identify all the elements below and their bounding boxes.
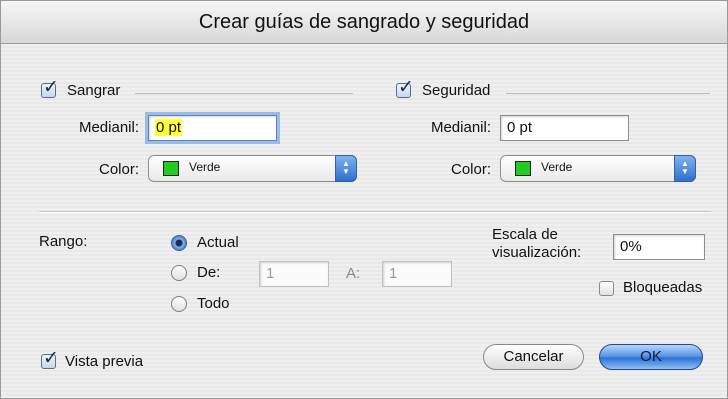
preview-checkbox-label: Vista previa bbox=[65, 353, 144, 370]
window-title: Crear guías de sangrado y seguridad bbox=[1, 1, 727, 44]
view-scale-label-line2: visualización: bbox=[492, 244, 582, 261]
preview-checkbox[interactable]: ✓ bbox=[41, 349, 59, 369]
range-option-actual-label: Actual bbox=[197, 234, 239, 251]
safety-checkbox[interactable]: ✓ bbox=[396, 78, 414, 98]
section-divider bbox=[39, 211, 711, 212]
popup-arrows-icon: ▲ ▼ bbox=[674, 155, 696, 182]
dialog-window: Crear guías de sangrado y seguridad ✓ Sa… bbox=[0, 0, 728, 399]
range-label: Rango: bbox=[39, 233, 88, 250]
range-to-label: A: bbox=[346, 265, 361, 282]
ok-button[interactable]: OK bbox=[599, 344, 703, 370]
checkmark-icon: ✓ bbox=[43, 348, 59, 369]
bleed-checkbox-label: Sangrar bbox=[67, 82, 121, 99]
range-option-from-label: De: bbox=[197, 264, 221, 281]
view-scale-input[interactable]: 0% bbox=[613, 234, 705, 260]
locked-checkbox[interactable] bbox=[599, 281, 614, 296]
bleed-color-value: Verde bbox=[189, 160, 221, 174]
locked-checkbox-label: Bloqueadas bbox=[623, 279, 703, 296]
cancel-button[interactable]: Cancelar bbox=[483, 344, 584, 370]
range-option-all-label: Todo bbox=[197, 295, 230, 312]
safety-gutter-input[interactable]: 0 pt bbox=[500, 115, 629, 141]
checkmark-icon: ✓ bbox=[43, 77, 59, 98]
safety-color-label: Color: bbox=[450, 161, 491, 178]
range-radio-all[interactable] bbox=[171, 296, 187, 312]
range-radio-actual[interactable] bbox=[171, 235, 187, 251]
range-to-input[interactable]: 1 bbox=[382, 261, 452, 287]
safety-gutter-label: Medianil: bbox=[430, 119, 491, 136]
safety-checkbox-label: Seguridad bbox=[422, 82, 491, 99]
bleed-gutter-value: 0 pt bbox=[155, 119, 183, 136]
popup-arrows-icon: ▲ ▼ bbox=[335, 155, 357, 182]
range-from-value: 1 bbox=[266, 265, 275, 282]
safety-gutter-value: 0 pt bbox=[507, 119, 533, 136]
range-from-input[interactable]: 1 bbox=[259, 261, 329, 287]
green-swatch-icon bbox=[163, 161, 179, 176]
view-scale-value: 0% bbox=[620, 238, 642, 255]
bleed-separator bbox=[135, 93, 353, 94]
safety-color-select[interactable]: Verde ▲ ▼ bbox=[500, 155, 696, 182]
range-to-value: 1 bbox=[389, 265, 398, 282]
bleed-gutter-input[interactable]: 0 pt bbox=[148, 115, 277, 141]
range-radio-from[interactable] bbox=[171, 265, 187, 281]
bleed-gutter-label: Medianil: bbox=[78, 119, 139, 136]
bleed-color-select[interactable]: Verde ▲ ▼ bbox=[148, 155, 357, 182]
bleed-checkbox[interactable]: ✓ bbox=[41, 78, 59, 98]
green-swatch-icon bbox=[515, 161, 531, 176]
view-scale-label-line1: Escala de bbox=[492, 226, 558, 243]
bleed-color-label: Color: bbox=[98, 161, 139, 178]
safety-color-value: Verde bbox=[541, 160, 573, 174]
safety-separator bbox=[506, 93, 710, 94]
checkmark-icon: ✓ bbox=[398, 77, 414, 98]
